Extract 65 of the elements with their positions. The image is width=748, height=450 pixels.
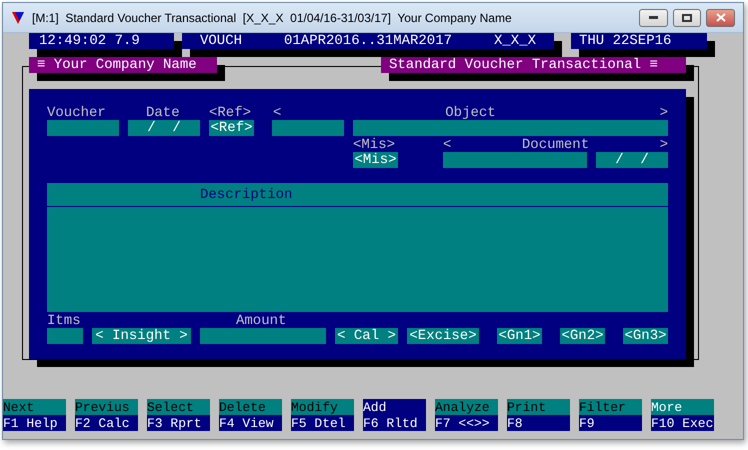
action-button[interactable]: <Gn2> xyxy=(560,328,605,344)
field-label: > xyxy=(660,106,668,120)
menu-action[interactable]: Add xyxy=(363,399,426,415)
function-key[interactable]: F6 Rltd xyxy=(363,415,426,431)
menu-action[interactable]: More xyxy=(651,399,714,415)
field-label: Document xyxy=(522,138,590,152)
date-field[interactable]: / / xyxy=(128,120,200,136)
function-key[interactable]: F9 xyxy=(579,415,642,431)
field-label: Object xyxy=(445,106,496,120)
field-label: < xyxy=(443,138,452,152)
function-key[interactable]: F7 <<>> xyxy=(435,415,498,431)
app-icon xyxy=(12,12,24,24)
field-label: Date xyxy=(146,106,181,120)
menu-action[interactable]: Modify xyxy=(291,399,354,415)
function-key[interactable]: F2 Calc xyxy=(75,415,138,431)
close-icon xyxy=(716,13,726,22)
field-label: < xyxy=(273,106,282,120)
field-label: Itms xyxy=(47,314,82,328)
object-field[interactable] xyxy=(353,120,668,136)
action-button[interactable]: < Cal > xyxy=(335,328,398,344)
function-key[interactable]: F1 Help xyxy=(3,415,66,431)
company-title: ≡ Your Company Name xyxy=(29,57,217,73)
function-key[interactable]: F5 Dtel xyxy=(291,415,354,431)
action-button[interactable]: <Excise> xyxy=(407,328,479,344)
field-label: Voucher xyxy=(47,106,107,120)
period-range: 01APR2016..31MAR2017 xyxy=(284,33,452,49)
minimize-icon xyxy=(649,16,658,19)
menu-action[interactable]: Select xyxy=(147,399,210,415)
action-button[interactable]: <Gn3> xyxy=(623,328,668,344)
menu-action[interactable]: Previus xyxy=(75,399,138,415)
close-button[interactable] xyxy=(706,8,735,26)
date-panel: THU 22SEP16 xyxy=(571,33,707,49)
module-name: VOUCH xyxy=(200,33,242,49)
ref-button[interactable]: <Ref> xyxy=(209,120,254,136)
field-label: <Mis> xyxy=(353,138,396,152)
form-title: Standard Voucher Transactional ≡ xyxy=(381,57,686,73)
menu-action[interactable]: Analyze xyxy=(435,399,498,415)
column-header: Description xyxy=(200,186,292,202)
function-key[interactable]: F10 Exec xyxy=(651,415,714,431)
description-area[interactable]: Description xyxy=(47,183,668,312)
function-key[interactable]: F3 Rprt xyxy=(147,415,210,431)
voucher-field[interactable] xyxy=(47,120,119,136)
maximize-icon xyxy=(682,14,692,22)
document-date-field[interactable]: / / xyxy=(596,152,668,168)
document-field[interactable] xyxy=(443,152,587,168)
insight-button[interactable]: < Insight > xyxy=(92,328,191,344)
company-code: X_X_X xyxy=(494,33,536,49)
minimize-button[interactable] xyxy=(639,8,668,26)
maximize-button[interactable] xyxy=(673,8,701,26)
window-title: [M:1] Standard Voucher Transactional [X_X_X 01/04/16-31/03/17] Your Company Name xyxy=(32,10,513,24)
function-key[interactable]: F4 View xyxy=(219,415,282,431)
field-label: > xyxy=(660,138,668,152)
input-field[interactable] xyxy=(272,120,344,136)
menu-action[interactable]: Delete xyxy=(219,399,282,415)
menu-action[interactable]: Print xyxy=(507,399,570,415)
menu-action[interactable]: Next xyxy=(3,399,66,415)
field-label: <Ref> xyxy=(209,106,252,120)
items-field[interactable] xyxy=(47,328,83,344)
field-label: Amount xyxy=(236,314,286,328)
amount-field[interactable] xyxy=(200,328,326,344)
mis-button[interactable]: <Mis> xyxy=(353,152,398,168)
time-panel: 12:49:02 7.9 xyxy=(29,33,174,49)
menu-action[interactable]: Filter xyxy=(579,399,642,415)
action-button[interactable]: <Gn1> xyxy=(497,328,542,344)
function-key[interactable]: F8 xyxy=(507,415,570,431)
